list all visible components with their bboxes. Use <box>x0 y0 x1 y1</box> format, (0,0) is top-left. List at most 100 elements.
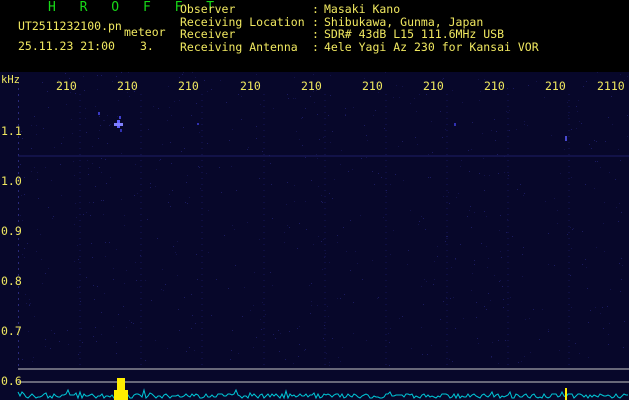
noise-pixel <box>45 339 46 340</box>
noise-pixel <box>627 115 628 116</box>
noise-pixel <box>323 137 324 138</box>
noise-pixel <box>324 325 325 326</box>
noise-pixel <box>329 262 330 263</box>
noise-pixel <box>45 273 46 274</box>
file-name: UT2511232100.pn <box>18 19 122 33</box>
noise-pixel <box>98 138 99 139</box>
noise-pixel <box>41 259 42 260</box>
noise-pixel <box>47 91 48 92</box>
noise-pixel <box>499 230 500 231</box>
noise-pixel <box>560 173 561 174</box>
noise-pixel <box>48 207 49 208</box>
noise-pixel <box>181 151 182 152</box>
noise-pixel <box>570 275 571 276</box>
noise-pixel <box>20 164 21 165</box>
noise-pixel <box>595 161 596 162</box>
noise-pixel <box>484 306 485 307</box>
noise-pixel <box>471 227 472 228</box>
noise-pixel <box>24 257 25 258</box>
noise-pixel <box>134 195 135 196</box>
noise-pixel <box>352 169 353 170</box>
noise-pixel <box>95 186 96 187</box>
noise-pixel <box>305 108 306 109</box>
noise-pixel <box>524 121 525 122</box>
noise-pixel <box>304 350 305 351</box>
noise-pixel <box>31 148 32 149</box>
noise-pixel <box>362 279 363 280</box>
noise-pixel <box>603 223 604 224</box>
freq-axis-tick <box>18 346 19 348</box>
noise-pixel <box>60 164 61 165</box>
noise-pixel <box>589 144 590 145</box>
noise-pixel <box>231 350 232 351</box>
noise-pixel <box>221 192 222 193</box>
noise-pixel <box>618 221 619 222</box>
freq-axis-tick <box>18 340 19 342</box>
noise-pixel <box>568 115 569 116</box>
noise-pixel <box>83 76 84 77</box>
noise-pixel <box>501 257 502 258</box>
noise-pixel <box>199 167 200 168</box>
noise-pixel <box>216 279 217 280</box>
noise-pixel <box>101 312 102 313</box>
noise-pixel <box>314 102 315 103</box>
noise-pixel <box>524 193 525 194</box>
noise-pixel <box>198 166 199 167</box>
noise-pixel <box>129 320 130 321</box>
noise-pixel <box>275 338 276 339</box>
noise-pixel <box>522 276 523 277</box>
noise-pixel <box>86 212 87 213</box>
noise-pixel <box>456 197 457 198</box>
noise-pixel <box>403 180 404 181</box>
time-tick-label: 210 <box>56 79 77 93</box>
freq-axis-tick <box>18 220 19 222</box>
noise-pixel <box>482 133 483 134</box>
noise-pixel <box>179 77 180 78</box>
noise-pixel <box>344 294 345 295</box>
noise-pixel <box>395 174 396 175</box>
noise-pixel <box>455 328 456 329</box>
noise-pixel <box>48 107 49 108</box>
freq-axis-tick <box>18 352 19 354</box>
noise-pixel <box>116 76 117 77</box>
noise-pixel <box>449 359 450 360</box>
noise-pixel <box>37 179 38 180</box>
noise-pixel <box>270 272 271 273</box>
noise-pixel <box>548 264 549 265</box>
noise-pixel <box>449 203 450 204</box>
noise-pixel <box>296 131 297 132</box>
station-row-observer: Observer: Masaki Kano <box>180 2 401 16</box>
noise-pixel <box>491 356 492 357</box>
date-time: 25.11.23 21:00 <box>18 39 115 53</box>
station-info: Observer: Masaki Kano Receiving Location:… <box>180 3 539 53</box>
noise-pixel <box>50 348 51 349</box>
noise-pixel <box>61 195 62 196</box>
noise-pixel <box>496 131 497 132</box>
noise-pixel <box>402 316 403 317</box>
noise-pixel <box>596 141 597 142</box>
station-key: Receiver <box>180 27 236 41</box>
freq-axis-tick <box>18 256 19 258</box>
noise-pixel <box>506 111 507 112</box>
noise-pixel <box>31 171 32 172</box>
noise-pixel <box>330 75 331 76</box>
noise-pixel <box>564 149 565 150</box>
time-tick-label: 210 <box>362 79 383 93</box>
noise-pixel <box>95 106 96 107</box>
noise-pixel <box>79 287 80 288</box>
noise-pixel <box>34 316 35 317</box>
noise-pixel <box>271 184 272 185</box>
noise-pixel <box>337 242 338 243</box>
noise-pixel <box>162 144 163 145</box>
noise-pixel <box>443 301 444 302</box>
noise-pixel <box>262 302 263 303</box>
noise-pixel <box>24 177 25 178</box>
noise-pixel <box>160 159 161 160</box>
noise-pixel <box>145 280 146 281</box>
noise-pixel <box>316 154 317 155</box>
noise-pixel <box>483 158 484 159</box>
noise-pixel <box>116 249 117 250</box>
noise-pixel <box>622 265 623 266</box>
noise-pixel <box>330 142 331 143</box>
noise-pixel <box>171 115 172 116</box>
